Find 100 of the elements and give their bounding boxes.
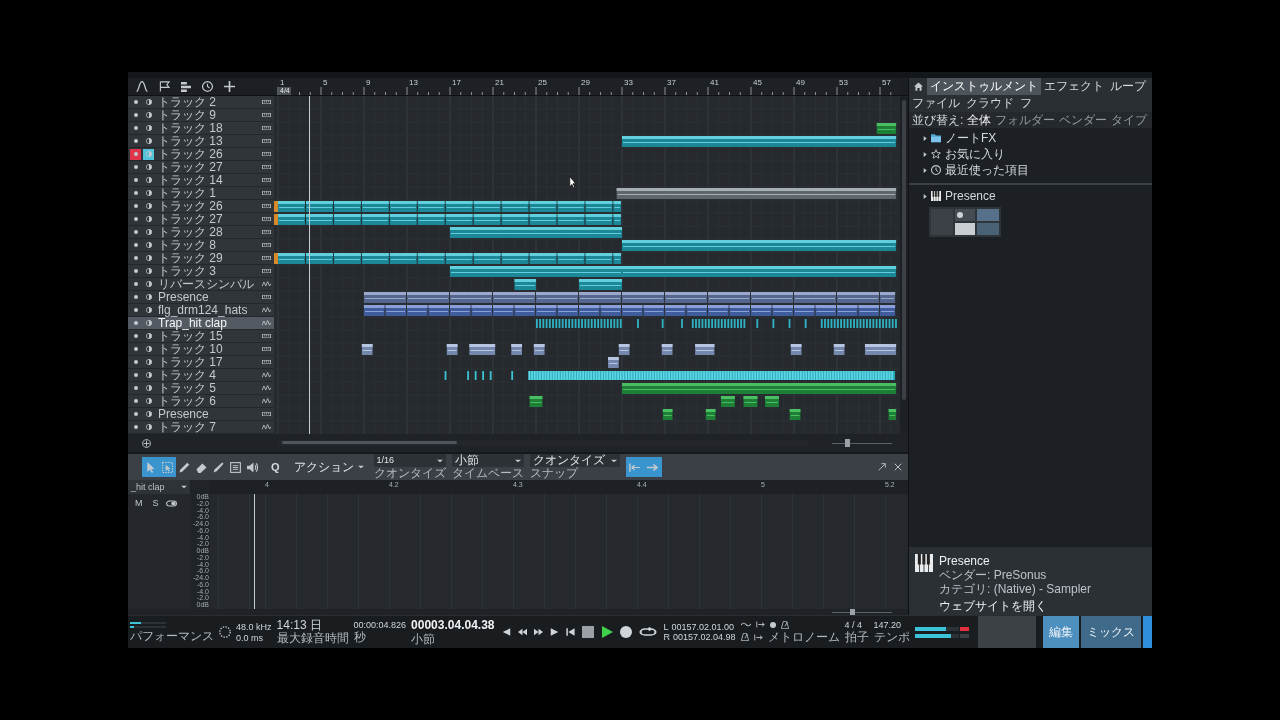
monitor-button[interactable]: [143, 408, 154, 420]
slider-thumb[interactable]: [845, 439, 850, 447]
clock-icon[interactable]: [202, 81, 213, 92]
slider-thumb[interactable]: [849, 609, 855, 615]
metronome-icon[interactable]: [740, 633, 749, 641]
browser-tab[interactable]: ループ: [1107, 78, 1149, 95]
track-header[interactable]: トラック 26: [128, 200, 274, 213]
track-header[interactable]: トラック 28: [128, 226, 274, 239]
browser-tab[interactable]: クラウド: [963, 95, 1017, 112]
browser-tab[interactable]: インストゥルメント: [927, 78, 1041, 95]
sort-option[interactable]: タイプ: [1111, 113, 1148, 127]
track-header[interactable]: トラック 9: [128, 109, 274, 122]
monitor-button[interactable]: [143, 187, 154, 199]
website-link[interactable]: ウェブサイトを開く: [939, 600, 1092, 613]
track-header[interactable]: Presence: [128, 408, 274, 421]
play-icon[interactable]: [600, 626, 613, 638]
track-header[interactable]: トラック 26: [128, 148, 274, 161]
tempo-value[interactable]: 147.20: [873, 620, 910, 630]
browser-item[interactable]: ノートFX: [945, 131, 997, 145]
browser-tab[interactable]: フ: [1017, 95, 1035, 112]
monitor-button[interactable]: [143, 395, 154, 407]
track-header[interactable]: flg_drm124_hats: [128, 304, 274, 317]
monitor-button[interactable]: [143, 252, 154, 264]
wave-icon[interactable]: [740, 621, 751, 628]
track-header[interactable]: トラック 10: [128, 343, 274, 356]
monitor-button[interactable]: [143, 278, 154, 290]
track-header[interactable]: トラック 14: [128, 174, 274, 187]
monitor-button[interactable]: [143, 135, 154, 147]
monitor-button[interactable]: [143, 382, 154, 394]
sort-option[interactable]: フォルダー: [995, 113, 1056, 127]
metronome-icon[interactable]: [780, 620, 789, 629]
monitor-button[interactable]: [143, 96, 154, 108]
add-icon[interactable]: [224, 81, 235, 92]
browser-item[interactable]: 最近使った項目: [945, 163, 1029, 177]
flag-icon[interactable]: [159, 81, 170, 92]
monitor-button[interactable]: [143, 122, 154, 134]
scrollbar-thumb[interactable]: [282, 441, 457, 444]
monitor-button[interactable]: [143, 369, 154, 381]
track-header[interactable]: トラック 18: [128, 122, 274, 135]
track-header[interactable]: トラック 2: [128, 96, 274, 109]
browser-tab[interactable]: ファイル: [909, 95, 963, 112]
browser-item[interactable]: Presence: [945, 189, 996, 203]
sort-option[interactable]: ベンダー: [1059, 113, 1108, 127]
monitor-button[interactable]: [143, 148, 154, 160]
track-header[interactable]: トラック 5: [128, 382, 274, 395]
track-header[interactable]: Trap_hit clap: [128, 317, 274, 330]
monitor-button[interactable]: [143, 239, 154, 251]
track-header[interactable]: Presence: [128, 291, 274, 304]
action-menu[interactable]: アクション: [289, 458, 368, 476]
track-header[interactable]: トラック 29: [128, 252, 274, 265]
track-header[interactable]: トラック 13: [128, 135, 274, 148]
monitor-button[interactable]: [143, 421, 154, 433]
sort-option[interactable]: 全体: [967, 113, 992, 127]
track-header[interactable]: トラック 27: [128, 161, 274, 174]
track-header[interactable]: トラック 7: [128, 421, 274, 434]
dropdown[interactable]: 小節: [451, 454, 524, 467]
monitor-button[interactable]: [143, 343, 154, 355]
track-header[interactable]: リバースシンバル: [128, 278, 274, 291]
track-header[interactable]: トラック 6: [128, 395, 274, 408]
dropdown[interactable]: 1/16: [373, 454, 446, 467]
mute-button[interactable]: M: [132, 498, 146, 508]
track-header[interactable]: トラック 1: [128, 187, 274, 200]
list-icon[interactable]: [181, 81, 191, 92]
snap-button[interactable]: [625, 457, 644, 477]
monitor-button[interactable]: [143, 291, 154, 303]
solo-button[interactable]: S: [149, 498, 162, 508]
triangle-left-icon[interactable]: [501, 628, 511, 636]
expand-arrow-icon[interactable]: [923, 193, 927, 199]
view-button[interactable]: ミックス: [1081, 616, 1141, 648]
loop-end-time[interactable]: 00157.02.04.98: [673, 632, 736, 642]
monitor-button[interactable]: [143, 265, 154, 277]
fast-forward-icon[interactable]: [533, 628, 543, 636]
record-arm-button[interactable]: [130, 148, 141, 160]
monitor-button[interactable]: [143, 174, 154, 186]
quantize-button[interactable]: Q: [267, 461, 284, 473]
monitor-button[interactable]: [143, 304, 154, 316]
track-header[interactable]: トラック 17: [128, 356, 274, 369]
bar-arrow-icon[interactable]: [753, 633, 763, 641]
monitor-button[interactable]: [143, 213, 154, 225]
dot-icon[interactable]: [769, 621, 776, 628]
track-header[interactable]: トラック 4: [128, 369, 274, 382]
horizontal-scrollbar[interactable]: [278, 440, 808, 446]
track-dropdown[interactable]: _hit clap: [128, 480, 190, 494]
stop-icon[interactable]: [581, 626, 594, 638]
monitor-button[interactable]: [143, 161, 154, 173]
loop-icon[interactable]: [638, 626, 657, 638]
curve-icon[interactable]: [136, 81, 148, 92]
close-icon[interactable]: [894, 463, 902, 471]
rewind-icon[interactable]: [517, 628, 527, 636]
browser-tab[interactable]: エフェクト: [1041, 78, 1107, 95]
expand-arrow-icon[interactable]: [923, 135, 927, 141]
expand-arrow-icon[interactable]: [923, 151, 927, 157]
monitor-button[interactable]: [143, 356, 154, 368]
toggle-icon[interactable]: [165, 498, 177, 508]
crosshair-icon[interactable]: [142, 438, 151, 448]
track-header[interactable]: トラック 27: [128, 213, 274, 226]
monitor-button[interactable]: [143, 317, 154, 329]
monitor-button[interactable]: [143, 200, 154, 212]
bar-arrow-icon[interactable]: [755, 621, 765, 628]
record-icon[interactable]: [619, 626, 632, 638]
